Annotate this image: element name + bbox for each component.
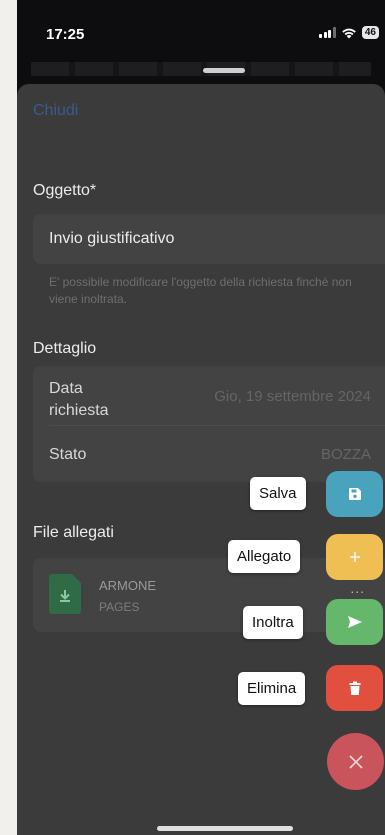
request-date-label: Data richiesta (49, 380, 109, 418)
close-menu-button[interactable] (327, 733, 384, 790)
detail-divider (49, 425, 385, 426)
delete-label[interactable]: Elimina (238, 672, 306, 705)
detail-section-title: Dettaglio (33, 340, 97, 357)
wifi-icon (342, 28, 356, 38)
add-attachment-button[interactable] (326, 534, 383, 580)
background-page-title (31, 62, 371, 76)
close-button[interactable]: Chiudi (33, 102, 78, 120)
forward-label[interactable]: Inoltra (243, 606, 303, 639)
attachment-file-type: PAGES (99, 600, 140, 614)
subject-input[interactable]: Invio giustificativo (49, 230, 174, 248)
delete-button[interactable] (326, 665, 383, 711)
plus-icon (349, 552, 360, 562)
save-label[interactable]: Salva (250, 477, 306, 510)
attachment-file-name: ARMONE (99, 578, 157, 593)
status-bar: 17:25 46 (17, 0, 385, 70)
attach-label[interactable]: Allegato (228, 540, 301, 573)
home-indicator (157, 826, 293, 831)
cellular-signal-icon (319, 27, 336, 38)
attachment-more-button[interactable]: ... (350, 580, 365, 596)
detail-card: Data richiesta Gio, 19 settembre 2024 St… (33, 366, 385, 482)
download-arrow-icon (60, 590, 70, 602)
status-time: 17:25 (46, 26, 85, 43)
close-icon (348, 754, 363, 769)
status-indicators: 46 (319, 26, 379, 39)
send-icon (347, 616, 362, 628)
sheet-grabber[interactable] (203, 68, 245, 73)
floppy-disk-icon (348, 488, 361, 500)
battery-indicator: 46 (361, 26, 379, 39)
request-date-value: Gio, 19 settembre 2024 (214, 388, 371, 405)
subject-card[interactable]: Invio giustificativo (33, 214, 385, 264)
status-label: Stato (49, 446, 87, 463)
forward-button[interactable] (326, 599, 383, 645)
subject-section-title: Oggetto* (33, 182, 97, 199)
save-button[interactable] (326, 471, 383, 517)
request-detail-sheet: Chiudi Oggetto* Invio giustificativo E' … (17, 84, 385, 835)
phone-screen: 17:25 46 Chiudi Oggetto* Invio giustific… (17, 0, 385, 835)
trash-icon (349, 681, 360, 695)
subject-hint: E' possibile modificare l'oggetto della … (49, 275, 352, 306)
document-file-icon (49, 574, 81, 614)
status-value: BOZZA (320, 446, 371, 463)
attachments-section-title: File allegati (33, 524, 114, 541)
